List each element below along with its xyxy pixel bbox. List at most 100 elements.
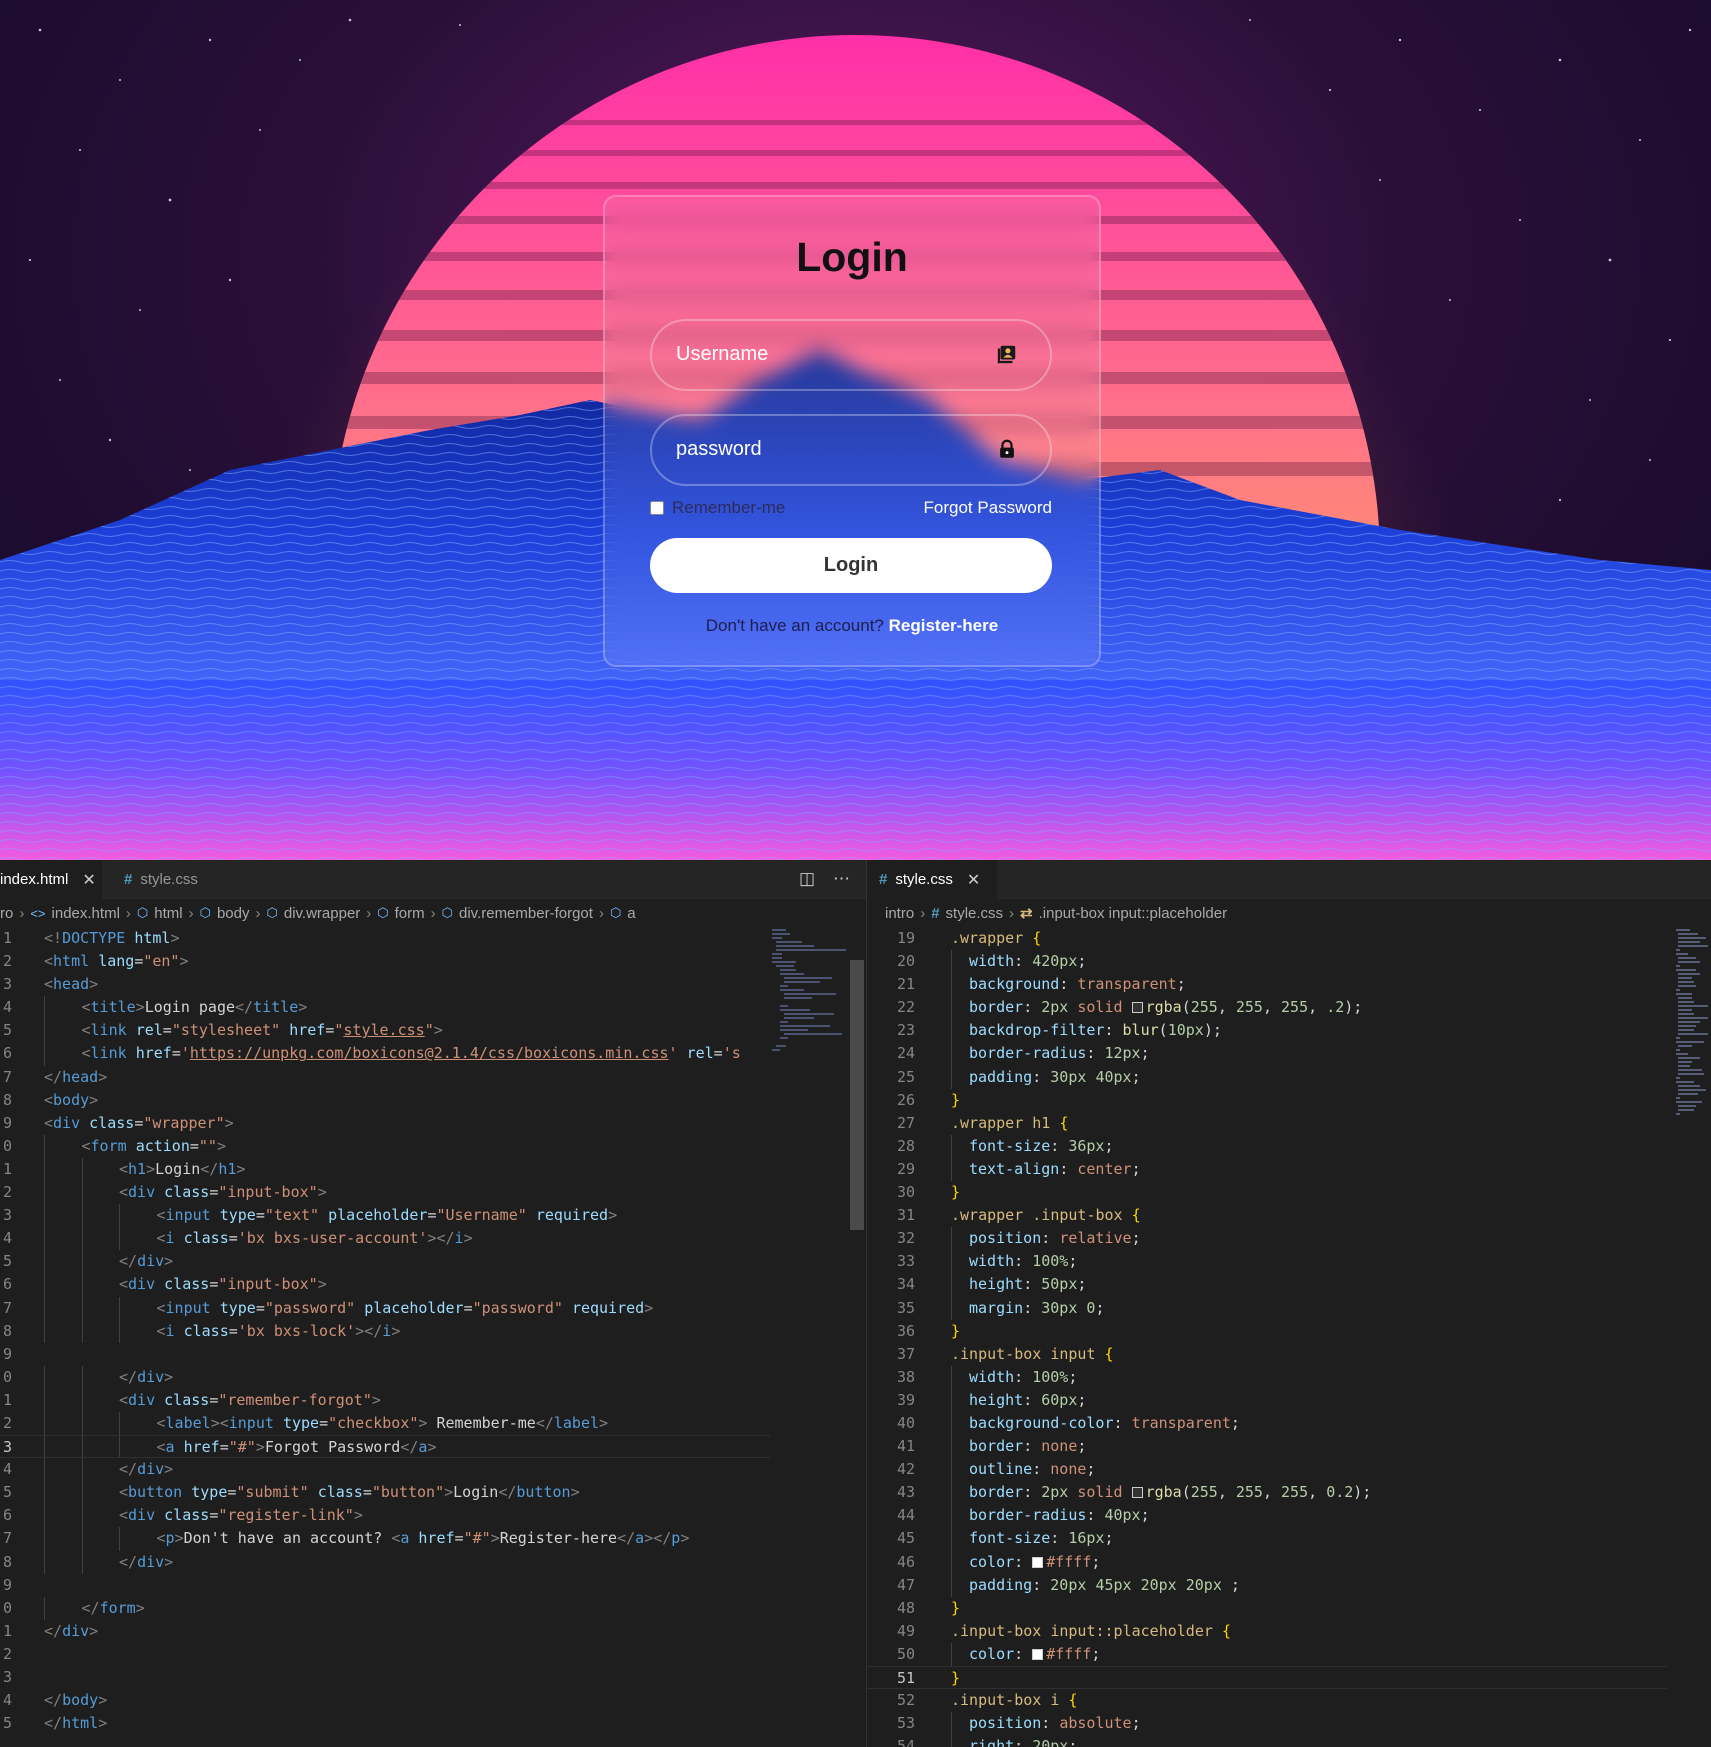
code-line[interactable]: 8 <i class='bx bxs-lock'></i> <box>0 1319 770 1343</box>
breadcrumb-item[interactable]: index.html <box>52 905 120 922</box>
code-line[interactable]: 3 <a href="#">Forgot Password</a> <box>0 1435 770 1459</box>
code-line[interactable]: 1 <!DOCTYPE html> <box>0 927 770 950</box>
code-line[interactable]: 7 </head> <box>0 1066 770 1089</box>
code-line[interactable]: 53 position: absolute; <box>867 1712 1667 1736</box>
forgot-password-link[interactable]: Forgot Password <box>924 498 1053 518</box>
password-input[interactable]: password <box>650 414 1052 486</box>
code-line[interactable]: 5 <button type="submit" class="button">Lo… <box>0 1481 770 1505</box>
code-line[interactable]: 36} <box>867 1320 1667 1343</box>
code-line[interactable]: 1 </div> <box>0 1620 770 1643</box>
breadcrumb-item[interactable]: div.wrapper <box>284 905 360 922</box>
code-line[interactable]: 25 padding: 30px 40px; <box>867 1065 1667 1089</box>
code-line[interactable]: 34 height: 50px; <box>867 1273 1667 1297</box>
breadcrumb-item[interactable]: body <box>217 905 250 922</box>
close-icon[interactable]: ✕ <box>82 870 95 890</box>
code-line[interactable]: 4 </div> <box>0 1458 770 1482</box>
color-swatch[interactable] <box>1131 1002 1143 1014</box>
breadcrumb-item[interactable]: style.css <box>946 905 1004 922</box>
tab-style-css-right[interactable]: # style.css ✕ <box>867 860 997 899</box>
code-line[interactable]: 7 <input type="password" placeholder="pas… <box>0 1296 770 1320</box>
code-line[interactable]: 38 width: 100%; <box>867 1365 1667 1389</box>
code-line[interactable]: 35 margin: 30px 0; <box>867 1296 1667 1320</box>
code-line[interactable]: 52 .input-box i { <box>867 1689 1667 1712</box>
minimap[interactable] <box>770 927 850 1067</box>
code-line[interactable]: 33 width: 100%; <box>867 1250 1667 1274</box>
color-swatch[interactable] <box>1032 1556 1044 1568</box>
code-line[interactable]: 49 .input-box input::placeholder { <box>867 1620 1667 1643</box>
code-line[interactable]: 28 font-size: 36px; <box>867 1134 1667 1158</box>
minimap[interactable] <box>1675 927 1709 1137</box>
code-line[interactable]: 27 .wrapper h1 { <box>867 1112 1667 1135</box>
code-line[interactable]: 9 <div class="wrapper"> <box>0 1112 770 1135</box>
code-line[interactable]: 26} <box>867 1089 1667 1112</box>
css-code[interactable]: 19 .wrapper {20 width: 420px; 21 background:… <box>867 927 1667 1747</box>
code-line[interactable]: 30} <box>867 1181 1667 1204</box>
code-line[interactable]: 45 font-size: 16px; <box>867 1527 1667 1551</box>
code-line[interactable]: 6 <div class="register-link"> <box>0 1504 770 1528</box>
code-line[interactable]: 2 <div class="input-box"> <box>0 1181 770 1205</box>
breadcrumb-item[interactable]: form <box>395 905 425 922</box>
code-line[interactable]: 43 border: 2px solid rgba(255, 255, 255, … <box>867 1481 1667 1505</box>
code-line[interactable]: 7 <p>Don't have an account? <a href="#">R… <box>0 1527 770 1551</box>
code-line[interactable]: 51} <box>867 1666 1667 1690</box>
code-line[interactable]: 0 </form> <box>0 1596 770 1620</box>
tab-index-html[interactable]: index.html ✕ <box>0 860 102 899</box>
code-line[interactable]: 4 </body> <box>0 1689 770 1712</box>
breadcrumb-item[interactable]: .input-box input::placeholder <box>1039 905 1227 922</box>
code-line[interactable]: 3 <box>0 1666 770 1689</box>
code-line[interactable]: 9 <box>0 1343 770 1366</box>
tab-style-css[interactable]: # style.css <box>112 860 252 899</box>
close-icon[interactable]: ✕ <box>967 870 980 890</box>
code-line[interactable]: 2 <box>0 1643 770 1666</box>
code-line[interactable]: 0 </div> <box>0 1365 770 1389</box>
code-line[interactable]: 50 color: #ffff; <box>867 1642 1667 1666</box>
code-line[interactable]: 40 background-color: transparent; <box>867 1411 1667 1436</box>
code-line[interactable]: 1 <div class="remember-forgot"> <box>0 1388 770 1412</box>
code-line[interactable]: 44 border-radius: 40px; <box>867 1504 1667 1528</box>
register-link[interactable]: Register-here <box>889 616 999 635</box>
code-line[interactable]: 5 </div> <box>0 1250 770 1274</box>
remember-me-checkbox[interactable]: Remember-me <box>650 498 785 518</box>
code-line[interactable]: 6 <link href='https://unpkg.com/boxicons@… <box>0 1042 770 1066</box>
vertical-scrollbar[interactable] <box>850 960 864 1230</box>
breadcrumb-item[interactable]: ro <box>0 905 13 922</box>
code-line[interactable]: 29 text-align: center; <box>867 1157 1667 1182</box>
checkbox-box[interactable] <box>650 501 664 515</box>
code-line[interactable]: 23 backdrop-filter: blur(10px); <box>867 1019 1667 1043</box>
breadcrumb-item[interactable]: html <box>154 905 182 922</box>
code-line[interactable]: 2 <html lang="en"> <box>0 950 770 973</box>
code-line[interactable]: 5 <link rel="stylesheet" href="style.css"… <box>0 1019 770 1043</box>
code-line[interactable]: 37 .input-box input { <box>867 1343 1667 1366</box>
code-line[interactable]: 39 height: 60px; <box>867 1388 1667 1412</box>
code-line[interactable]: 41 border: none; <box>867 1435 1667 1459</box>
split-editor-icon[interactable]: ◫ <box>799 869 815 889</box>
code-line[interactable]: 47 padding: 20px 45px 20px 20px ; <box>867 1573 1667 1597</box>
color-swatch[interactable] <box>1131 1487 1143 1499</box>
code-line[interactable]: 22 border: 2px solid rgba(255, 255, 255, … <box>867 996 1667 1020</box>
code-line[interactable]: 21 background: transparent; <box>867 973 1667 997</box>
code-line[interactable]: 3 <input type="text" placeholder="Usernam… <box>0 1204 770 1228</box>
code-line[interactable]: 5 </html> <box>0 1712 770 1735</box>
color-swatch[interactable] <box>1032 1648 1044 1660</box>
code-line[interactable]: 54 right: 20px; <box>867 1735 1667 1747</box>
code-line[interactable]: 4 <i class='bx bxs-user-account'></i> <box>0 1227 770 1251</box>
breadcrumb-item[interactable]: intro <box>885 905 914 922</box>
code-line[interactable]: 31 .wrapper .input-box { <box>867 1204 1667 1227</box>
code-line[interactable]: 42 outline: none; <box>867 1458 1667 1482</box>
code-line[interactable]: 0 <form action=""> <box>0 1134 770 1158</box>
code-line[interactable]: 8 <body> <box>0 1089 770 1112</box>
username-input[interactable]: Username <box>650 319 1052 391</box>
code-line[interactable]: 20 width: 420px; <box>867 950 1667 974</box>
code-line[interactable]: 6 <div class="input-box"> <box>0 1273 770 1297</box>
code-line[interactable]: 32 position: relative; <box>867 1227 1667 1251</box>
more-actions-icon[interactable]: ⋯ <box>833 869 850 889</box>
breadcrumb-item[interactable]: div.remember-forgot <box>459 905 593 922</box>
login-button[interactable]: Login <box>650 538 1052 593</box>
html-code[interactable]: 1 <!DOCTYPE html> 2 <html lang="en"> 3 <head>… <box>0 927 770 1735</box>
code-line[interactable]: 4 <title>Login page</title> <box>0 996 770 1020</box>
code-line[interactable]: 9 <box>0 1574 770 1597</box>
code-line[interactable]: 2 <label><input type="checkbox"> Remember… <box>0 1411 770 1436</box>
code-line[interactable]: 3 <head> <box>0 973 770 996</box>
code-line[interactable]: 1 <h1>Login</h1> <box>0 1157 770 1182</box>
code-line[interactable]: 19 .wrapper { <box>867 927 1667 950</box>
